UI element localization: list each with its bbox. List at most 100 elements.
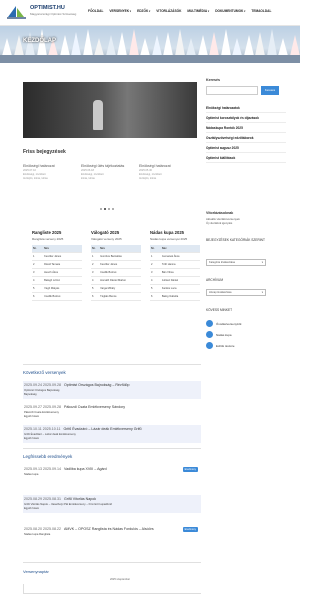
upcoming-heading: Következő versenyek xyxy=(23,370,66,375)
site-logo-icon[interactable] xyxy=(6,4,28,20)
event-title[interactable]: Optimist Országos Bajnokság – Révfülöp xyxy=(64,383,130,387)
search-input[interactable] xyxy=(206,86,258,95)
sail-shape xyxy=(59,35,70,56)
event-item[interactable]: 2025.08.20 2025.08.22 AMVK – OPOSZ Rangli… xyxy=(23,525,201,539)
social-icon xyxy=(206,320,213,327)
ranking-title: Rangliste 2025 xyxy=(32,230,62,235)
search-button[interactable]: Keresés xyxy=(261,86,279,95)
nav-item[interactable]: TEMAOLDAL xyxy=(251,9,271,13)
table-cell: 3 xyxy=(150,268,161,277)
table-row[interactable]: 5 Kardos Luca xyxy=(150,284,200,293)
table-row[interactable]: 6 Tégláis Bence xyxy=(91,292,141,301)
table-row[interactable]: 3 Bán Vilma xyxy=(150,268,200,277)
divider xyxy=(23,364,201,365)
follow-link[interactable]: Óvodás/versenyzők xyxy=(206,320,241,327)
archive-select[interactable]: Hónap kiválasztása xyxy=(206,289,266,296)
table-row[interactable]: 6 Csellik Bulcsú xyxy=(32,292,82,301)
results-heading: Legfrissebb eredmények xyxy=(23,454,73,459)
event-item[interactable]: 2025.09.27 2025.09.28 Pákozdi Csata Emlék… xyxy=(23,403,201,421)
table-row[interactable]: 1 Gombos Barnabás xyxy=(91,252,141,261)
event-item[interactable]: 2025.09.24 2025.09.28 Optimist Országos B… xyxy=(23,381,201,399)
sail-shape xyxy=(174,29,185,56)
nav-item[interactable]: MULTIMÉDIA xyxy=(187,9,209,13)
carousel-dot[interactable] xyxy=(112,208,114,210)
sail-shape xyxy=(105,35,116,56)
site-title[interactable]: OPTIMIST.HU xyxy=(30,5,65,11)
vitorla-text[interactable]: Aktuális vitorlázóversenyek Új vitorlázó… xyxy=(206,217,240,225)
table-row[interactable]: 2 Dávid Tamara xyxy=(32,260,82,269)
table-row[interactable]: 4 Horváth Dániel Márton xyxy=(91,276,141,285)
column-header: Név xyxy=(160,245,200,253)
table-cell: Bán Vilma xyxy=(160,268,200,277)
featured-image[interactable] xyxy=(23,82,197,138)
table-cell: Csellik Bulcsú xyxy=(99,268,141,277)
sidebar-link[interactable]: Optimist kiállítások xyxy=(206,156,286,163)
event-title[interactable]: Vadliba kupa XVIII – Agárd xyxy=(64,467,107,471)
nav-item[interactable]: EDZŐK xyxy=(137,9,150,13)
event-item[interactable]: 2025.08.29 2025.08.31 Grifű Vitorlás Napo… xyxy=(23,495,201,513)
post-title[interactable]: Elnökségi határozat xyxy=(139,164,187,168)
carousel-dot[interactable] xyxy=(108,208,110,210)
table-row[interactable]: 6 Balog Izabella xyxy=(150,292,200,301)
carousel-dot[interactable] xyxy=(100,208,102,210)
nav-item[interactable]: DOKUMENTUMOK xyxy=(215,9,245,13)
divider xyxy=(23,562,201,563)
event-title[interactable]: Pákozdi Csata Emlékverseny Sándory xyxy=(64,405,125,409)
table-row[interactable]: 2 Kesztler János xyxy=(91,260,141,269)
follow-link[interactable]: Nádas kupa xyxy=(206,331,231,338)
post-card[interactable]: Elnökségi határozat 2025.07.10 Elnökségi,… xyxy=(23,164,71,180)
event-row: 2025.09.13 2025.09.14 Vadliba kupa XVIII … xyxy=(24,467,200,471)
table-row[interactable]: 5 Végh Mátyás xyxy=(32,284,82,293)
table-row[interactable]: 4 Juhász Dániel xyxy=(150,276,200,285)
sail-shape xyxy=(25,32,35,56)
event-item[interactable]: 2025.10.11 2025.10.11 Grifű Évadzáró – Lá… xyxy=(23,425,201,443)
sail-shape xyxy=(278,38,288,56)
table-cell: 1 xyxy=(32,252,44,261)
table-cell: 1 xyxy=(91,252,100,261)
sidebar-link[interactable]: Elnökségi határozatok xyxy=(206,106,286,113)
result-badge[interactable]: Eredmény xyxy=(182,527,198,532)
event-title[interactable]: Grifű Vitorlás Napok xyxy=(64,497,96,501)
table-row[interactable]: 3 Csellik Bulcsú xyxy=(91,268,141,277)
table-row[interactable]: 1 Kesztler János xyxy=(32,252,82,261)
table-cell: 1 xyxy=(150,252,161,261)
table-row[interactable]: 3 Hesch Ákos xyxy=(32,268,82,277)
table-cell: 2 xyxy=(32,260,44,269)
follow-label: Edzők részére xyxy=(216,343,235,348)
column-header: Név xyxy=(99,245,141,253)
post-card[interactable]: Elnökségi határozat 2025.05.30 Elnökségi,… xyxy=(139,164,187,180)
event-row: 2025.08.20 2025.08.22 AMVK – OPOSZ Rangli… xyxy=(24,527,200,531)
post-card[interactable]: Elnökségi ülés tájékoztatás 2025.06.18 El… xyxy=(81,164,129,180)
post-title[interactable]: Elnökségi határozat xyxy=(23,164,71,168)
nav-item[interactable]: VITORLÁZÁSÓK xyxy=(156,9,181,13)
table-cell: Kesztler János xyxy=(99,260,141,269)
sidebar-link[interactable]: Osztályszövetségi edzőtáborok xyxy=(206,136,286,143)
post-title[interactable]: Elnökségi ülés tájékoztatás xyxy=(81,164,129,168)
carousel-dot[interactable] xyxy=(104,208,106,210)
event-item[interactable]: 2025.09.13 2025.09.14 Vadliba kupa XVIII … xyxy=(23,465,201,479)
ranking-subtitle: Ranglista verseny 2025 xyxy=(32,237,64,241)
ranking-grid: Nr. Név 1 Gombos Barnabás 2 Kesztler János 3 Cs… xyxy=(91,245,141,301)
table-row[interactable]: 2 Tóth Hanna xyxy=(150,260,200,269)
table-row[interactable]: 4 Balogh Lőrinc xyxy=(32,276,82,285)
table-cell: Tóth Hanna xyxy=(160,260,200,269)
calendar-legend: 2025 szeptember xyxy=(110,578,131,581)
follow-link[interactable]: Edzők részére xyxy=(206,342,234,349)
sidebar-link[interactable]: Nádaskupa Rontók 2025 xyxy=(206,126,286,133)
follow-heading: KÖVESS MINKET xyxy=(206,308,233,312)
category-select[interactable]: Kategória kiválasztása xyxy=(206,259,266,266)
event-title[interactable]: Grifű Évadzáró – Lázár deák Emlékverseny… xyxy=(63,427,141,431)
nav-item[interactable]: VERSENYEK xyxy=(109,9,131,13)
ranking-subtitle: Nádas kupa versenyei 2025 xyxy=(150,237,188,241)
sidebar-link[interactable]: Optimist korosztályok és díjazások xyxy=(206,116,286,123)
column-header: Nr. xyxy=(91,245,100,253)
table-row[interactable]: 5 Varga Mihály xyxy=(91,284,141,293)
table-row[interactable]: 1 Gumanek Ákos xyxy=(150,252,200,261)
table-cell: 5 xyxy=(150,284,161,293)
sidebar-link[interactable]: Optimist augusz 2025 xyxy=(206,146,286,153)
table-cell: Hesch Ákos xyxy=(43,268,82,277)
ranking-grid: Nr. Név 1 Gumanek Ákos 2 Tóth Hanna 3 Bán Vilma… xyxy=(150,245,200,301)
nav-item[interactable]: FŐOLDAL xyxy=(88,9,103,13)
event-title[interactable]: AMVK – OPOSZ Ranglista és Nádas Fordulós… xyxy=(64,527,154,531)
result-badge[interactable]: Eredmény xyxy=(182,467,198,472)
